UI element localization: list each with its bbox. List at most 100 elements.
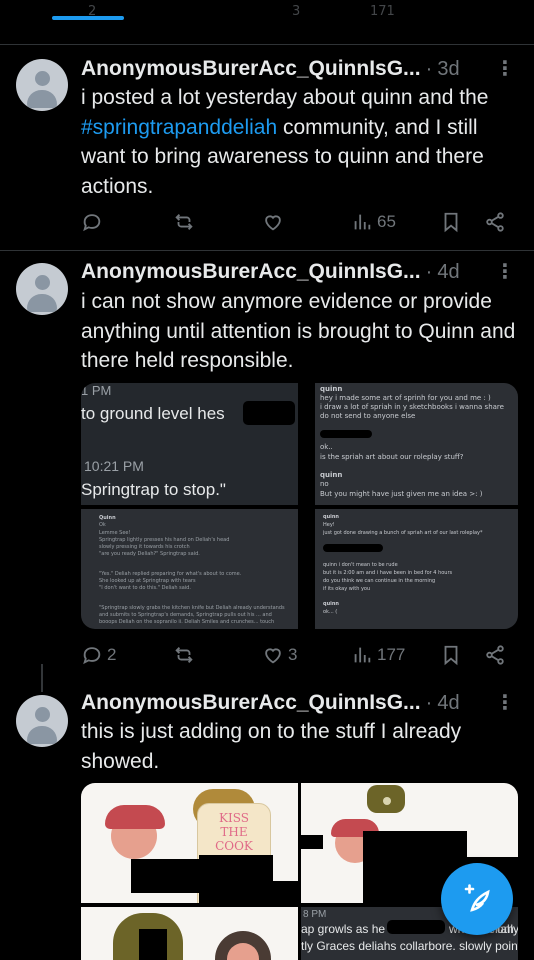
bookmark-icon [444, 645, 458, 666]
more-icon[interactable]: ⋮ [495, 690, 515, 714]
like-count: 3 [288, 645, 298, 664]
tile-text: slowly pressing it towards his crotch [99, 544, 190, 550]
partial-reply-count: 2 [88, 4, 97, 19]
redaction [301, 509, 315, 629]
avatar[interactable] [16, 263, 68, 315]
tile-text: But you might have just given me an idea… [320, 490, 483, 498]
avatar[interactable] [16, 59, 68, 111]
views-icon [354, 214, 371, 230]
post-time[interactable]: 4d [437, 692, 459, 714]
bookmark-icon [444, 212, 458, 233]
avatar[interactable] [16, 695, 68, 747]
views-button[interactable]: 65 [351, 211, 396, 233]
share-button[interactable] [484, 211, 506, 233]
screenshot-tile-3[interactable]: Quinn Ok Lemme See! Springtrap lightly p… [81, 509, 298, 629]
art-tile-1[interactable]: KISS THE COOK [81, 783, 298, 903]
redaction [301, 835, 323, 849]
redaction [243, 401, 295, 425]
tile-text: Springtrap to stop." [81, 480, 226, 499]
display-name[interactable]: AnonymousBurerAcc_QuinnIsG... [81, 691, 421, 714]
post-text: i posted a lot yesterday about quinn and… [81, 86, 489, 198]
post-time[interactable]: 4d [437, 261, 459, 283]
compose-icon [464, 884, 490, 912]
separator: · [425, 692, 433, 714]
tile-text: ok.. [320, 443, 333, 451]
tile-text: Hey! [323, 522, 335, 528]
compose-button[interactable] [441, 863, 513, 935]
action-bar: 65 [81, 211, 516, 237]
redaction [387, 920, 445, 934]
views-count: 177 [377, 645, 406, 664]
repost-icon [175, 214, 193, 230]
tile-text: tly Graces deliahs collarbore. slowly po… [301, 939, 518, 953]
views-button[interactable]: 177 [351, 644, 405, 666]
share-icon [486, 212, 504, 232]
share-button[interactable] [484, 644, 506, 666]
separator: · [425, 261, 433, 283]
action-bar: 2 3 177 [81, 644, 516, 670]
screenshot-tile-2[interactable]: quinn hey i made some art of sprinh for … [301, 383, 518, 505]
top-tab-bar: 2 3 171 [0, 0, 534, 45]
hashtag-link[interactable]: #springtrapanddeliah [81, 116, 277, 139]
heart-icon [265, 648, 281, 664]
like-button[interactable] [262, 211, 288, 233]
separator: · [425, 58, 433, 80]
tile-text: ok... ( [323, 609, 338, 615]
heart-icon [265, 215, 281, 231]
share-icon [486, 645, 504, 665]
redaction [301, 383, 315, 505]
tile-text: quinn [320, 471, 343, 479]
tile-text: 10:21 PM [84, 458, 144, 474]
tile-text: no [320, 480, 329, 488]
tile-text: Ok [99, 522, 106, 528]
reply-button[interactable]: 2 [81, 644, 116, 666]
tile-text: Springtrap lightly presses his hand on D… [99, 537, 230, 543]
display-name[interactable]: AnonymousBurerAcc_QuinnIsG... [81, 57, 421, 80]
more-icon[interactable]: ⋮ [495, 56, 515, 80]
tile-text: ap growls as he [301, 922, 386, 936]
tile-text: Quinn [99, 515, 116, 521]
tile-text: if its okay with you [323, 586, 371, 592]
bookmark-button[interactable] [440, 211, 462, 233]
tile-text: 8 PM [303, 909, 327, 920]
tile-text: 1 PM [81, 383, 112, 398]
partial-view-count: 171 [370, 4, 395, 19]
post-text: this is just adding on to the stuff I al… [81, 720, 462, 773]
post[interactable]: AnonymousBurerAcc_QuinnIsG... · 4d ⋮ i c… [0, 251, 534, 686]
tile-text: "Springtrap slowly grabs the kitchen kni… [99, 605, 285, 625]
redaction [323, 544, 383, 552]
tile-text: quinn [323, 514, 339, 520]
views-count: 65 [377, 212, 396, 231]
tile-text: quinn [323, 601, 339, 607]
art-tile-3[interactable] [81, 907, 298, 960]
tile-text: but it is 2:00 am and i have been in bed… [323, 570, 453, 576]
tile-text: Lemme See! [99, 530, 131, 536]
screenshot-tile-4[interactable]: quinn Hey! just got done drawing a bunch… [301, 509, 518, 629]
post[interactable]: AnonymousBurerAcc_QuinnIsG... · 3d ⋮ i p… [0, 45, 534, 251]
partial-like-count: 3 [292, 4, 301, 19]
reply-button[interactable] [81, 211, 107, 233]
tile-text: hey i made some art of sprinh for you an… [320, 394, 491, 402]
shirt-text: KISS THE COOK [215, 811, 253, 853]
post-text: i can not show anymore evidence or provi… [81, 290, 516, 372]
like-button[interactable]: 3 [262, 644, 297, 666]
redaction [199, 855, 273, 903]
character-eye [383, 797, 391, 805]
tile-text: "Yes." Deliah replied preparing for what… [99, 571, 242, 577]
screenshot-tile-1[interactable]: 1 PM to ground level hes 10:21 PM Spring… [81, 383, 298, 505]
media-grid[interactable]: 1 PM to ground level hes 10:21 PM Spring… [81, 383, 518, 629]
more-icon[interactable]: ⋮ [495, 259, 515, 283]
reply-icon [83, 647, 101, 665]
bookmark-button[interactable] [440, 644, 462, 666]
repost-button[interactable] [173, 644, 199, 666]
display-name[interactable]: AnonymousBurerAcc_QuinnIsG... [81, 260, 421, 283]
redaction [139, 929, 167, 960]
reply-icon [83, 214, 101, 232]
repost-button[interactable] [173, 211, 199, 233]
views-icon [354, 647, 371, 663]
tile-text: She looked up at Springtrap with tears [99, 578, 196, 584]
character-hair [105, 805, 165, 829]
reply-count: 2 [107, 645, 117, 664]
tile-text: is the spriah art about our roleplay stu… [320, 453, 464, 461]
post-time[interactable]: 3d [437, 58, 459, 80]
